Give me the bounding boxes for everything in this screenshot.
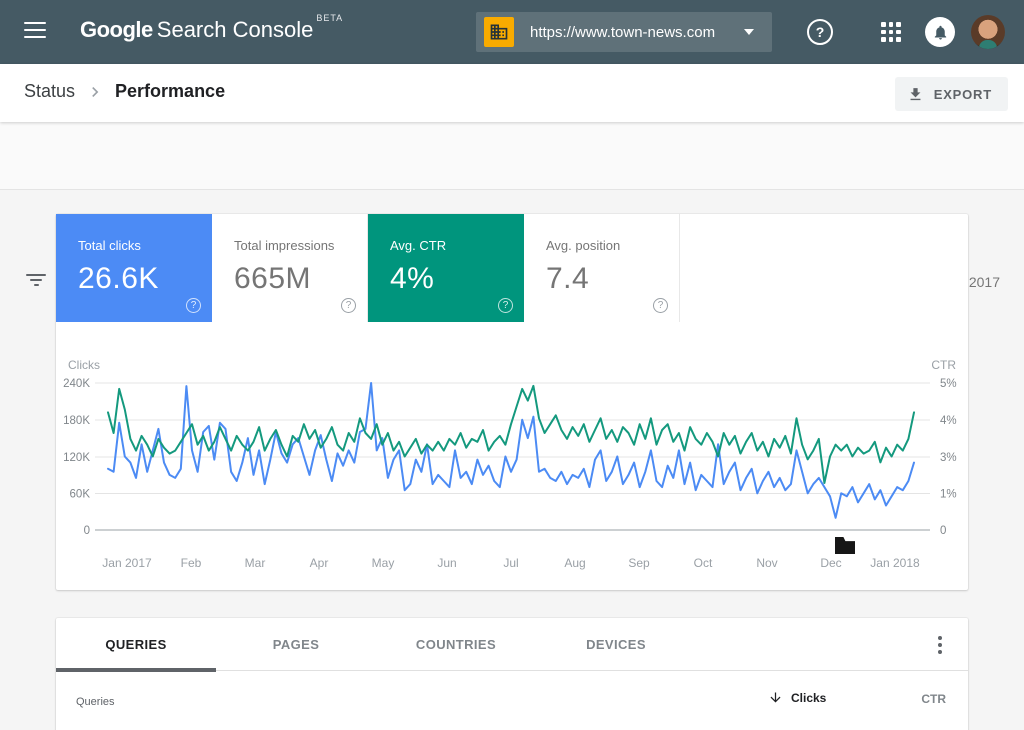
- svg-text:Feb: Feb: [181, 556, 202, 570]
- performance-chart-card: Total clicks 26.6K ? Total impressions 6…: [56, 214, 968, 590]
- svg-text:60K: 60K: [70, 489, 91, 501]
- tab-pages[interactable]: PAGES: [216, 618, 376, 671]
- tab-queries[interactable]: QUERIES: [56, 618, 216, 671]
- arrow-down-icon: [768, 690, 783, 705]
- clicks-column-header-sort[interactable]: Clicks: [768, 690, 826, 705]
- svg-text:Jul: Jul: [503, 556, 518, 570]
- menu-icon[interactable]: [24, 22, 46, 40]
- filter-bar: Search type: Web Date: Full duration + N…: [0, 122, 1024, 190]
- total-impressions-card[interactable]: Total impressions 665M ?: [212, 214, 368, 322]
- page-title: Performance: [115, 81, 225, 102]
- svg-text:240K: 240K: [63, 378, 90, 390]
- svg-text:Clicks: Clicks: [68, 358, 100, 372]
- clicks-column-label: Clicks: [791, 691, 826, 705]
- metric-value: 7.4: [546, 262, 679, 296]
- dimension-tabs: QUERIES PAGES COUNTRIES DEVICES: [56, 618, 968, 671]
- help-circle-icon[interactable]: ?: [341, 298, 356, 313]
- export-button-label: EXPORT: [934, 87, 992, 102]
- svg-text:CTR: CTR: [931, 358, 956, 372]
- logo-product-name: Search Console: [157, 17, 314, 42]
- ctr-column-header: CTR: [921, 692, 946, 706]
- apps-grid-icon[interactable]: [881, 22, 901, 42]
- avg-position-card[interactable]: Avg. position 7.4 ?: [524, 214, 680, 322]
- svg-text:Jan 2017: Jan 2017: [102, 556, 152, 570]
- svg-text:4%: 4%: [940, 415, 957, 427]
- help-icon[interactable]: ?: [807, 19, 833, 45]
- metric-label: Total clicks: [78, 238, 212, 253]
- svg-text:Jan 2018: Jan 2018: [870, 556, 920, 570]
- svg-text:120K: 120K: [63, 452, 90, 464]
- metric-value: 4%: [390, 262, 524, 296]
- breadcrumb-status-link[interactable]: Status: [24, 81, 75, 102]
- filter-list-icon[interactable]: [26, 274, 46, 288]
- svg-text:3%: 3%: [940, 452, 957, 464]
- help-circle-icon[interactable]: ?: [498, 298, 513, 313]
- svg-text:Sep: Sep: [628, 556, 650, 570]
- svg-text:Mar: Mar: [245, 556, 266, 570]
- property-selector[interactable]: https://www.town-news.com: [476, 12, 772, 52]
- download-icon: [907, 86, 924, 103]
- clicks-ctr-line-chart: Clicks CTR 240K 5% 180K 4% 120K 3% 60K 1% 0 0 Jan 20…: [56, 322, 968, 590]
- header-bar: Status Performance EXPORT: [0, 64, 1024, 122]
- export-button[interactable]: EXPORT: [895, 77, 1008, 111]
- metric-label: Total impressions: [234, 238, 367, 253]
- logo-google-wordmark: Google: [80, 17, 153, 42]
- dropdown-caret-icon: [744, 29, 754, 35]
- notifications-bell-icon[interactable]: [925, 17, 955, 47]
- total-clicks-card[interactable]: Total clicks 26.6K ?: [56, 214, 212, 322]
- metric-value: 665M: [234, 262, 367, 296]
- svg-text:5%: 5%: [940, 378, 957, 390]
- user-avatar[interactable]: [971, 15, 1005, 49]
- property-url: https://www.town-news.com: [530, 24, 744, 41]
- queries-column-header: Queries: [76, 696, 115, 708]
- help-circle-icon[interactable]: ?: [186, 298, 201, 313]
- beta-badge: BETA: [316, 13, 343, 23]
- svg-text:Oct: Oct: [694, 556, 713, 570]
- svg-text:0: 0: [84, 525, 90, 537]
- metric-label: Avg. CTR: [390, 238, 524, 253]
- svg-text:0: 0: [940, 525, 946, 537]
- tab-devices[interactable]: DEVICES: [536, 618, 696, 671]
- chevron-right-icon: [85, 82, 105, 102]
- metric-value: 26.6K: [78, 262, 212, 296]
- metric-label: Avg. position: [546, 238, 679, 253]
- svg-text:Dec: Dec: [820, 556, 841, 570]
- table-header-row: Queries Clicks CTR: [56, 672, 968, 730]
- svg-text:1%: 1%: [940, 489, 957, 501]
- svg-text:Aug: Aug: [564, 556, 585, 570]
- dimensions-table-card: QUERIES PAGES COUNTRIES DEVICES Queries …: [56, 618, 968, 730]
- metric-cards-row: Total clicks 26.6K ? Total impressions 6…: [56, 214, 968, 322]
- svg-text:May: May: [372, 556, 395, 570]
- breadcrumb: Status Performance: [24, 81, 225, 102]
- domain-icon: [484, 17, 514, 47]
- google-search-console-page: GoogleSearch ConsoleBETA https://www.tow…: [0, 0, 1024, 730]
- svg-text:Nov: Nov: [756, 556, 777, 570]
- avg-ctr-card[interactable]: Avg. CTR 4% ?: [368, 214, 524, 322]
- app-logo: GoogleSearch ConsoleBETA: [80, 17, 343, 43]
- svg-text:Jun: Jun: [437, 556, 456, 570]
- top-app-bar: GoogleSearch ConsoleBETA https://www.tow…: [0, 0, 1024, 64]
- more-options-icon[interactable]: [928, 633, 952, 657]
- svg-text:Apr: Apr: [310, 556, 329, 570]
- help-circle-icon[interactable]: ?: [653, 298, 668, 313]
- tab-countries[interactable]: COUNTRIES: [376, 618, 536, 671]
- svg-text:180K: 180K: [63, 415, 90, 427]
